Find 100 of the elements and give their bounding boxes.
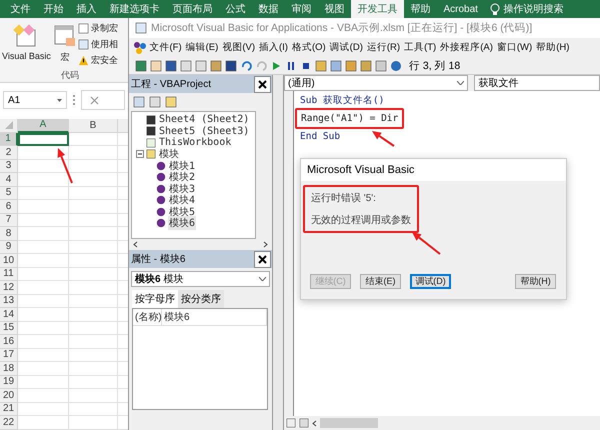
tree-item[interactable]: 模块3 [168, 182, 196, 196]
scroll-left-icon[interactable] [133, 241, 138, 248]
row-header[interactable]: 8 [0, 227, 18, 240]
grid-cell[interactable] [69, 160, 118, 173]
procedure-dropdown[interactable]: 获取文件 [474, 75, 600, 91]
row-header[interactable]: 13 [0, 294, 18, 308]
grid-cell[interactable] [69, 402, 118, 416]
ribbon-tab[interactable]: 公式 [219, 0, 252, 18]
ribbon-tab[interactable]: 视图 [318, 0, 351, 18]
grid-cell[interactable] [69, 200, 118, 214]
row-header[interactable]: 10 [0, 254, 18, 268]
module-icon[interactable] [156, 160, 166, 171]
ribbon-button[interactable]: 使用相 [78, 38, 118, 51]
grid-cell[interactable] [18, 348, 69, 362]
dialog-button[interactable]: 结束(E) [360, 274, 401, 289]
grid-cell[interactable] [18, 254, 69, 268]
ribbon-button[interactable]: 录制宏 [78, 22, 118, 35]
grid-cell[interactable] [18, 214, 69, 227]
row-header[interactable]: 22 [0, 416, 18, 430]
menu-item[interactable]: 视图(V) [220, 41, 256, 54]
redo-icon[interactable] [255, 60, 267, 72]
row-header[interactable]: 19 [0, 376, 18, 389]
row-header[interactable]: 2 [0, 146, 18, 160]
grid-cell[interactable] [69, 376, 118, 389]
menu-item[interactable]: 格式(O) [290, 41, 328, 54]
grid-cell[interactable] [18, 268, 69, 281]
menu-item[interactable]: 调试(D) [328, 41, 364, 54]
select-all-corner[interactable] [0, 119, 18, 132]
ribbon-tab[interactable]: 审阅 [285, 0, 318, 18]
grid-cell[interactable] [69, 268, 118, 281]
undo-icon[interactable] [240, 60, 252, 72]
column-header[interactable]: B [69, 119, 118, 132]
ribbon-button[interactable]: 宏 [52, 22, 78, 69]
ribbon-tab[interactable]: 帮助 [404, 0, 437, 18]
sheet-icon[interactable] [146, 114, 156, 125]
formula-field[interactable] [81, 90, 125, 110]
row-header[interactable]: 1 [0, 132, 18, 146]
object-dropdown[interactable]: 模块6 模块 [131, 271, 270, 287]
module-icon[interactable] [156, 206, 166, 217]
grid-cell[interactable] [18, 240, 69, 254]
close-button[interactable] [254, 76, 271, 92]
ribbon-tab[interactable]: 页面布局 [166, 0, 219, 18]
close-button[interactable] [254, 250, 271, 268]
pause-icon[interactable] [285, 60, 297, 72]
menu-item[interactable]: 帮助(H) [534, 41, 571, 54]
grid-cell[interactable] [69, 294, 118, 308]
module-icon[interactable] [156, 218, 166, 228]
grid-cell[interactable] [18, 416, 69, 430]
menu-item[interactable]: 窗口(W) [495, 41, 534, 54]
close-icon[interactable] [258, 254, 267, 264]
dialog-button[interactable]: 帮助(H) [515, 274, 556, 289]
module-icon[interactable] [156, 195, 166, 206]
dialog-button[interactable]: 调试(D) [410, 274, 451, 289]
ribbon-button[interactable]: 宏安全 [78, 54, 118, 67]
grid-cell[interactable] [69, 322, 118, 335]
sheet-icon[interactable] [146, 126, 156, 136]
ribbon-button[interactable]: Visual Basic [1, 22, 52, 69]
tree-item[interactable]: Sheet5 (Sheet3) [158, 126, 250, 137]
menu-item[interactable]: 运行(R) [365, 41, 402, 54]
grid-cell[interactable] [18, 132, 69, 146]
row-header[interactable]: 5 [0, 186, 18, 200]
grid-cell[interactable] [69, 254, 118, 268]
grid-cell[interactable] [69, 416, 118, 430]
grid-cell[interactable] [69, 227, 118, 240]
scroll-right-icon[interactable] [263, 241, 268, 248]
warning-icon[interactable] [78, 55, 89, 66]
object-dropdown[interactable]: (通用) [284, 75, 468, 91]
folder-icon[interactable] [165, 96, 177, 108]
grid-cell[interactable] [18, 186, 69, 200]
grid-cell[interactable] [18, 160, 69, 173]
tree-item[interactable]: 模块 [158, 147, 180, 162]
tree-item[interactable]: 模块6 [168, 216, 196, 230]
grid-cell[interactable] [18, 308, 69, 322]
tree-item[interactable]: 模块5 [168, 204, 196, 219]
property-value[interactable]: 模块6 [162, 309, 267, 325]
grid-cell[interactable] [18, 376, 69, 389]
module-icon[interactable] [156, 172, 166, 182]
tree-item[interactable]: 模块2 [168, 170, 196, 184]
menu-item[interactable]: 插入(I) [257, 41, 290, 54]
name-box[interactable]: A1 [3, 91, 67, 109]
grid-cell[interactable] [69, 348, 118, 362]
row-header[interactable]: 12 [0, 281, 18, 294]
menu-item[interactable]: 工具(T) [402, 41, 438, 54]
row-header[interactable]: 9 [0, 240, 18, 254]
row-header[interactable]: 17 [0, 348, 18, 362]
grid-cell[interactable] [69, 146, 118, 160]
ribbon-tab[interactable]: 开始 [37, 0, 70, 18]
grid-cell[interactable] [69, 281, 118, 294]
column-header[interactable]: A [18, 119, 69, 132]
ribbon-tab[interactable]: Acrobat [437, 0, 484, 18]
row-header[interactable]: 7 [0, 214, 18, 227]
grid-cell[interactable] [69, 173, 118, 186]
grid-cell[interactable] [69, 362, 118, 376]
close-icon[interactable] [258, 80, 267, 88]
grid-cell[interactable] [18, 362, 69, 376]
row-header[interactable]: 6 [0, 200, 18, 214]
grid-cell[interactable] [18, 322, 69, 335]
grid-cell[interactable] [69, 240, 118, 254]
grid-cell[interactable] [18, 389, 69, 402]
row-header[interactable]: 20 [0, 389, 18, 402]
